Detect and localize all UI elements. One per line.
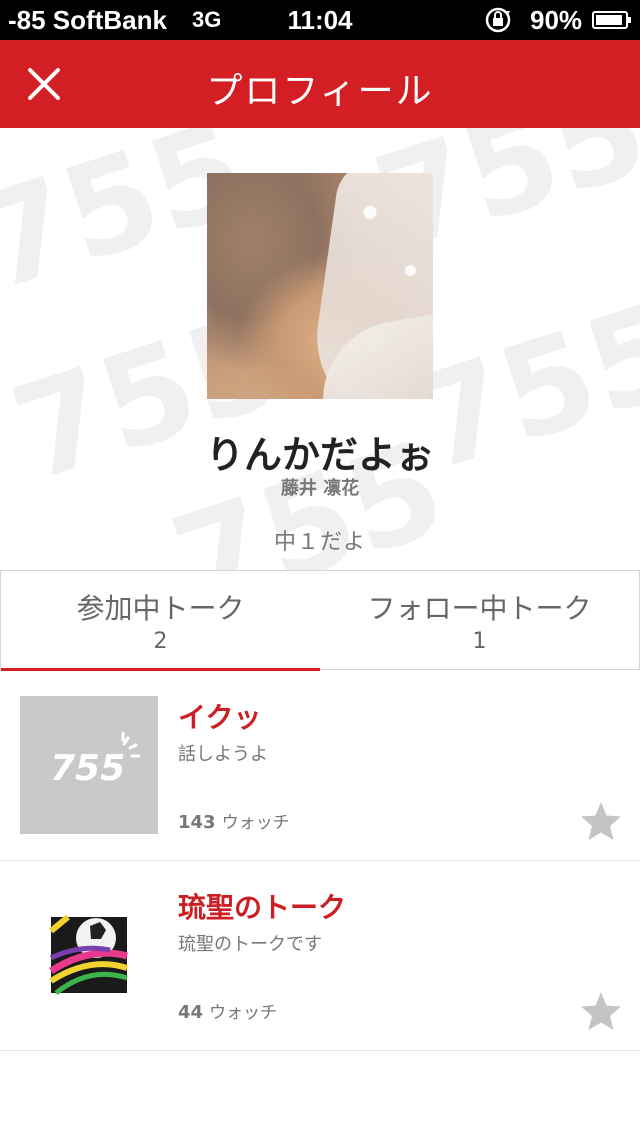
tab-count: 2	[153, 629, 168, 654]
talk-title: 琉聖のトーク	[178, 891, 347, 924]
talk-thumb-logo-text: 755	[50, 748, 125, 789]
profile-header: 755 755 755 755 755 りんかだよぉ 藤井 凛花 中１だよ	[0, 128, 640, 570]
star-icon[interactable]	[580, 990, 622, 1032]
watch-label: ウォッチ	[209, 1003, 278, 1023]
tab-following-talks[interactable]: フォロー中トーク 1	[320, 571, 639, 669]
watch-number: 44	[178, 1002, 204, 1023]
app-logo-icon: 755	[50, 731, 141, 789]
nav-bar: プロフィール	[0, 40, 640, 128]
page-title: プロフィール	[206, 71, 434, 112]
profile-real-name: 藤井 凛花	[280, 478, 360, 499]
talk-description: 琉聖のトークです	[178, 934, 322, 955]
talk-list-item[interactable]: 琉聖のトーク 琉聖のトークです 44 ウォッチ	[0, 860, 640, 1051]
profile-avatar[interactable]	[207, 173, 433, 399]
watch-count: 44 ウォッチ	[178, 998, 277, 1023]
talk-list-item[interactable]: 755 イクッ 話しようよ 143 ウォッチ	[0, 670, 640, 861]
profile-bio: 中１だよ	[273, 530, 366, 555]
tab-label: 参加中トーク	[76, 592, 245, 625]
tab-count: 1	[472, 629, 487, 654]
status-bar: -85 SoftBank 3G 11:04 90%	[0, 0, 640, 40]
talk-thumbnail	[20, 886, 158, 1024]
talk-title: イクッ	[178, 701, 262, 734]
tab-label: フォロー中トーク	[367, 592, 592, 625]
watch-label: ウォッチ	[221, 813, 290, 833]
battery-percent: 90%	[530, 5, 583, 35]
profile-display-name: りんかだよぉ	[205, 433, 434, 477]
watch-count: 143 ウォッチ	[178, 808, 290, 833]
talk-thumbnail: 755	[20, 696, 158, 834]
watch-number: 143	[178, 812, 216, 833]
tab-joined-talks[interactable]: 参加中トーク 2	[1, 571, 320, 671]
talk-description: 話しようよ	[178, 744, 268, 765]
battery-icon	[592, 11, 631, 29]
talk-tabs: 参加中トーク 2 フォロー中トーク 1	[0, 570, 640, 671]
soccer-ball-image	[49, 914, 128, 995]
star-icon[interactable]	[580, 800, 622, 842]
rotation-lock-icon	[485, 7, 511, 33]
